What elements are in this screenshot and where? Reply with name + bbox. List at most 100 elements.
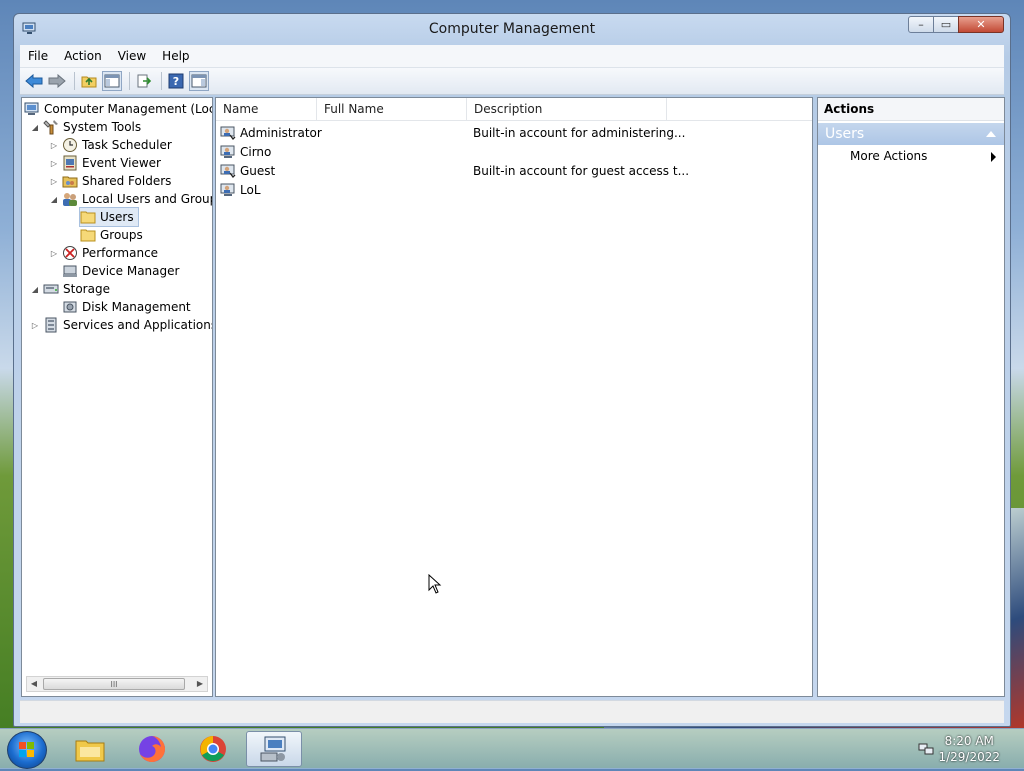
tree-item-system-tools[interactable]: ◢ System Tools [30, 118, 141, 136]
menu-action[interactable]: Action [56, 49, 110, 63]
scroll-left-arrow-icon[interactable]: ◀ [27, 677, 41, 689]
toolbar-separator [74, 72, 75, 90]
clock-time: 8:20 AM [944, 734, 994, 748]
users-list-pane[interactable]: Name Full Name Description Administrator… [215, 97, 813, 697]
minimize-button[interactable]: – [908, 16, 934, 33]
shared-folders-icon [62, 173, 78, 189]
tree-item-disk-management[interactable]: Disk Management [62, 298, 191, 316]
tree-item-shared-folders[interactable]: ▷ Shared Folders [49, 172, 171, 190]
computer-management-window: Computer Management – ▭ ✕ File Action Vi… [13, 13, 1011, 727]
column-header-row: Name Full Name Description [216, 98, 812, 121]
folder-icon [80, 209, 96, 225]
svg-text:?: ? [173, 75, 179, 88]
forward-arrow-icon[interactable] [47, 71, 67, 91]
network-icon[interactable] [918, 741, 934, 757]
table-row[interactable]: Guest Built-in account for guest access … [220, 161, 812, 180]
menu-help[interactable]: Help [154, 49, 197, 63]
scrollbar-thumb[interactable]: III [43, 678, 185, 690]
tree-item-groups[interactable]: Groups [80, 226, 143, 244]
file-explorer-icon[interactable] [62, 731, 118, 767]
column-header-name[interactable]: Name [216, 98, 317, 120]
collapsed-arrow-icon[interactable]: ▷ [49, 154, 59, 172]
column-header-full-name[interactable]: Full Name [317, 98, 467, 120]
show-hide-tree-icon[interactable] [102, 71, 122, 91]
clock-date: 1/29/2022 [938, 750, 1000, 764]
tree-item-label: Local Users and Groups [82, 192, 213, 206]
user-name: Administrator [240, 125, 322, 140]
user-icon [220, 182, 236, 198]
system-clock[interactable]: 8:20 AM 1/29/2022 [938, 733, 1000, 765]
restore-button[interactable]: ▭ [933, 16, 959, 33]
close-button[interactable]: ✕ [958, 16, 1004, 33]
expanded-arrow-icon[interactable]: ◢ [30, 118, 40, 136]
show-hide-action-pane-icon[interactable] [189, 71, 209, 91]
tree-item-task-scheduler[interactable]: ▷ Task Scheduler [49, 136, 172, 154]
tree-item-label: Services and Applications [63, 318, 213, 332]
disk-management-icon [62, 299, 78, 315]
tree-item-services-and-applications[interactable]: ▷ Services and Applications [30, 316, 213, 334]
export-list-icon[interactable] [134, 71, 154, 91]
users-groups-icon [62, 191, 78, 207]
tree-item-label: Device Manager [82, 264, 180, 278]
taskbar: 8:20 AM 1/29/2022 [0, 728, 1024, 769]
start-button[interactable] [7, 731, 47, 769]
menu-view[interactable]: View [110, 49, 154, 63]
tree-item-performance[interactable]: ▷ Performance [49, 244, 158, 262]
tree-item-label: Groups [100, 228, 143, 242]
user-description: Built-in account for guest access t... [473, 163, 690, 178]
expanded-arrow-icon[interactable]: ◢ [30, 280, 40, 298]
more-actions-item[interactable]: More Actions [818, 145, 1004, 167]
tree-item-label: Users [100, 210, 134, 224]
folder-icon [80, 227, 96, 243]
help-icon[interactable]: ? [166, 71, 186, 91]
tree-item-label: Disk Management [82, 300, 191, 314]
actions-section-users[interactable]: Users [818, 123, 1004, 145]
collapse-up-icon[interactable] [986, 131, 996, 137]
tree-item-device-manager[interactable]: Device Manager [62, 262, 179, 280]
user-name: Guest [240, 163, 276, 178]
tree-item-users[interactable]: Users [79, 207, 139, 227]
collapsed-arrow-icon[interactable]: ▷ [49, 244, 59, 262]
table-row[interactable]: LoL [220, 180, 812, 199]
computer-management-app-icon[interactable] [246, 731, 302, 767]
device-manager-icon [62, 263, 78, 279]
back-arrow-icon[interactable] [24, 71, 44, 91]
tree-item-computer-management[interactable]: Computer Management (Local [24, 100, 213, 118]
tree-item-storage[interactable]: ◢ Storage [30, 280, 110, 298]
tree-item-local-users-and-groups[interactable]: ◢ Local Users and Groups [49, 190, 213, 208]
console-tree-pane[interactable]: Computer Management (Local ◢ System Tool… [21, 97, 213, 697]
storage-icon [43, 281, 59, 297]
collapsed-arrow-icon[interactable]: ▷ [30, 316, 40, 334]
menu-file[interactable]: File [20, 49, 56, 63]
clock-icon [62, 137, 78, 153]
title-bar[interactable]: Computer Management – ▭ ✕ [14, 14, 1010, 44]
tree-item-label: Storage [63, 282, 110, 296]
user-icon [220, 144, 236, 160]
user-icon [220, 125, 236, 141]
firefox-icon[interactable] [124, 731, 180, 767]
expanded-arrow-icon[interactable]: ◢ [49, 190, 59, 208]
up-folder-icon[interactable] [79, 71, 99, 91]
chrome-icon[interactable] [185, 731, 241, 767]
user-name: LoL [240, 182, 261, 197]
status-bar [20, 700, 1004, 723]
scroll-right-arrow-icon[interactable]: ▶ [193, 677, 207, 689]
toolbar: ? [20, 68, 1004, 95]
actions-header: Actions [818, 98, 1004, 121]
table-row[interactable]: Cirno [220, 142, 812, 161]
table-row[interactable]: Administrator Built-in account for admin… [220, 123, 812, 142]
menu-bar: File Action View Help [20, 45, 1004, 68]
performance-icon [62, 245, 78, 261]
collapsed-arrow-icon[interactable]: ▷ [49, 172, 59, 190]
tree-item-event-viewer[interactable]: ▷ Event Viewer [49, 154, 161, 172]
tree-item-label: Computer Management (Local [44, 102, 213, 116]
toolbar-separator [129, 72, 130, 90]
collapsed-arrow-icon[interactable]: ▷ [49, 136, 59, 154]
user-description: Built-in account for administering... [473, 125, 686, 140]
tree-horizontal-scrollbar[interactable]: ◀ III ▶ [26, 676, 208, 692]
windows-logo-icon [19, 742, 34, 757]
column-header-description[interactable]: Description [467, 98, 667, 120]
actions-pane: Actions Users More Actions [817, 97, 1005, 697]
computer-management-icon [24, 101, 40, 117]
user-icon [220, 163, 236, 179]
